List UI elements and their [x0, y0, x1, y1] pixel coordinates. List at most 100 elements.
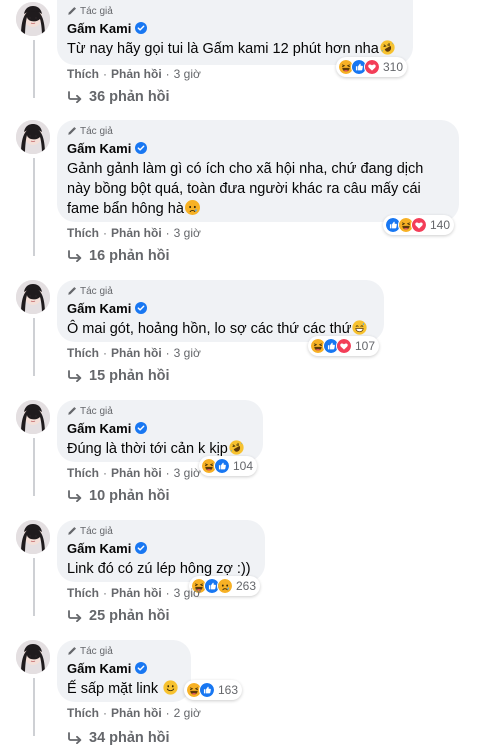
reply-link[interactable]: Phản hồi [111, 706, 162, 720]
thread-line [33, 40, 35, 98]
reply-link[interactable]: Phản hồi [111, 466, 162, 480]
rofl-emoji-icon [229, 440, 244, 455]
view-replies-link[interactable]: 10 phản hồi [67, 488, 170, 504]
timestamp[interactable]: 3 giờ [174, 466, 201, 480]
sad-emoji-icon [185, 200, 200, 215]
view-replies-link[interactable]: 36 phản hồi [67, 89, 170, 105]
thread-line [33, 318, 35, 376]
author-badge-label: Tác giả [80, 285, 113, 297]
comment-text-content: Ế sấp mặt link [67, 681, 159, 697]
comment-actions: Thích · Phản hồi · 3 giờ [67, 586, 201, 600]
comment-bubble: Tác giả Gấm Kami Gảnh gảnh làm gì có ích… [57, 120, 459, 222]
timestamp[interactable]: 3 giờ [174, 67, 201, 81]
verified-icon [135, 302, 147, 314]
avatar[interactable] [16, 280, 50, 314]
reply-link[interactable]: Phản hồi [111, 346, 162, 360]
view-replies-link[interactable]: 16 phản hồi [67, 248, 170, 264]
comment-text: Gảnh gảnh làm gì có ích cho xã hội nha, … [67, 159, 447, 219]
reaction-summary[interactable]: 107 [308, 336, 380, 356]
reply-link[interactable]: Phản hồi [111, 67, 162, 81]
thread-line [33, 678, 35, 736]
like-link[interactable]: Thích [67, 706, 99, 720]
author-badge: Tác giả [67, 124, 447, 138]
author-badge-label: Tác giả [80, 5, 113, 17]
avatar[interactable] [16, 520, 50, 554]
like-link[interactable]: Thích [67, 67, 99, 81]
author-badge-label: Tác giả [80, 405, 113, 417]
reply-arrow-icon [67, 490, 83, 502]
verified-icon [135, 142, 147, 154]
comment-actions: Thích · Phản hồi · 3 giờ [67, 67, 201, 81]
reaction-count: 263 [236, 579, 257, 593]
comment-text-content: Link đó có zú lép hông zợ :)) [67, 561, 251, 577]
reaction-summary[interactable]: 310 [336, 57, 408, 77]
comment-text: Từ nay hãy gọi tui là Gấm kami 12 phút h… [67, 39, 401, 59]
verified-icon [135, 662, 147, 674]
author-badge: Tác giả [67, 644, 179, 658]
comment-bubble: Tác giả Gấm Kami Từ nay hãy gọi tui là G… [57, 0, 413, 65]
smile-emoji-icon [163, 680, 178, 695]
comment-text-content: Gảnh gảnh làm gì có ích cho xã hội nha, … [67, 161, 424, 217]
comment-actions: Thích · Phản hồi · 3 giờ [67, 466, 201, 480]
author-name[interactable]: Gấm Kami [67, 141, 131, 156]
love-reaction-icon [336, 338, 352, 354]
comment-text-content: Ô mai gót, hoảng hồn, lo sợ các thứ các … [67, 321, 352, 337]
timestamp[interactable]: 3 giờ [174, 226, 201, 240]
view-replies-link[interactable]: 15 phản hồi [67, 368, 170, 384]
pencil-icon [67, 286, 77, 296]
sad-reaction-icon [217, 578, 233, 594]
pencil-icon [67, 526, 77, 536]
comment-actions: Thích · Phản hồi · 3 giờ [67, 346, 201, 360]
love-reaction-icon [364, 59, 380, 75]
like-link[interactable]: Thích [67, 346, 99, 360]
reaction-summary[interactable]: 140 [383, 215, 455, 235]
author-name[interactable]: Gấm Kami [67, 21, 131, 36]
author-name[interactable]: Gấm Kami [67, 541, 131, 556]
replies-count: 34 phản hồi [89, 730, 170, 746]
replies-count: 10 phản hồi [89, 488, 170, 504]
reply-arrow-icon [67, 250, 83, 262]
like-link[interactable]: Thích [67, 586, 99, 600]
comment-text-content: Từ nay hãy gọi tui là Gấm kami 12 phút h… [67, 41, 379, 57]
comment-bubble: Tác giả Gấm Kami Ô mai gót, hoảng hồn, l… [57, 280, 384, 342]
reaction-summary[interactable]: 163 [184, 680, 243, 700]
reply-link[interactable]: Phản hồi [111, 586, 162, 600]
avatar[interactable] [16, 640, 50, 674]
reply-arrow-icon [67, 610, 83, 622]
verified-icon [135, 542, 147, 554]
comment-bubble: Tác giả Gấm Kami Đúng là thời tới cản k … [57, 400, 263, 462]
thread-line [33, 558, 35, 616]
replies-count: 15 phản hồi [89, 368, 170, 384]
like-link[interactable]: Thích [67, 466, 99, 480]
replies-count: 25 phản hồi [89, 608, 170, 624]
reaction-count: 310 [383, 60, 404, 74]
author-name[interactable]: Gấm Kami [67, 661, 131, 676]
comment-bubble: Tác giả Gấm Kami Link đó có zú lép hông … [57, 520, 265, 582]
pencil-icon [67, 646, 77, 656]
reaction-summary[interactable]: 104 [199, 456, 258, 476]
timestamp[interactable]: 3 giờ [174, 586, 201, 600]
author-badge: Tác giả [67, 524, 253, 538]
author-name[interactable]: Gấm Kami [67, 301, 131, 316]
reaction-count: 107 [355, 339, 376, 353]
pencil-icon [67, 406, 77, 416]
reply-link[interactable]: Phản hồi [111, 226, 162, 240]
reaction-count: 163 [218, 683, 239, 697]
author-badge-label: Tác giả [80, 645, 113, 657]
like-link[interactable]: Thích [67, 226, 99, 240]
comment-bubble: Tác giả Gấm Kami Ế sấp mặt link [57, 640, 191, 702]
comment-actions: Thích · Phản hồi · 2 giờ [67, 706, 201, 720]
thread-line [33, 438, 35, 496]
comment-actions: Thích · Phản hồi · 3 giờ [67, 226, 201, 240]
author-name[interactable]: Gấm Kami [67, 421, 131, 436]
timestamp[interactable]: 2 giờ [174, 706, 201, 720]
view-replies-link[interactable]: 34 phản hồi [67, 730, 170, 746]
avatar[interactable] [16, 120, 50, 154]
like-reaction-icon [199, 682, 215, 698]
replies-count: 36 phản hồi [89, 89, 170, 105]
avatar[interactable] [16, 400, 50, 434]
timestamp[interactable]: 3 giờ [174, 346, 201, 360]
avatar[interactable] [16, 2, 50, 36]
reply-arrow-icon [67, 732, 83, 744]
view-replies-link[interactable]: 25 phản hồi [67, 608, 170, 624]
